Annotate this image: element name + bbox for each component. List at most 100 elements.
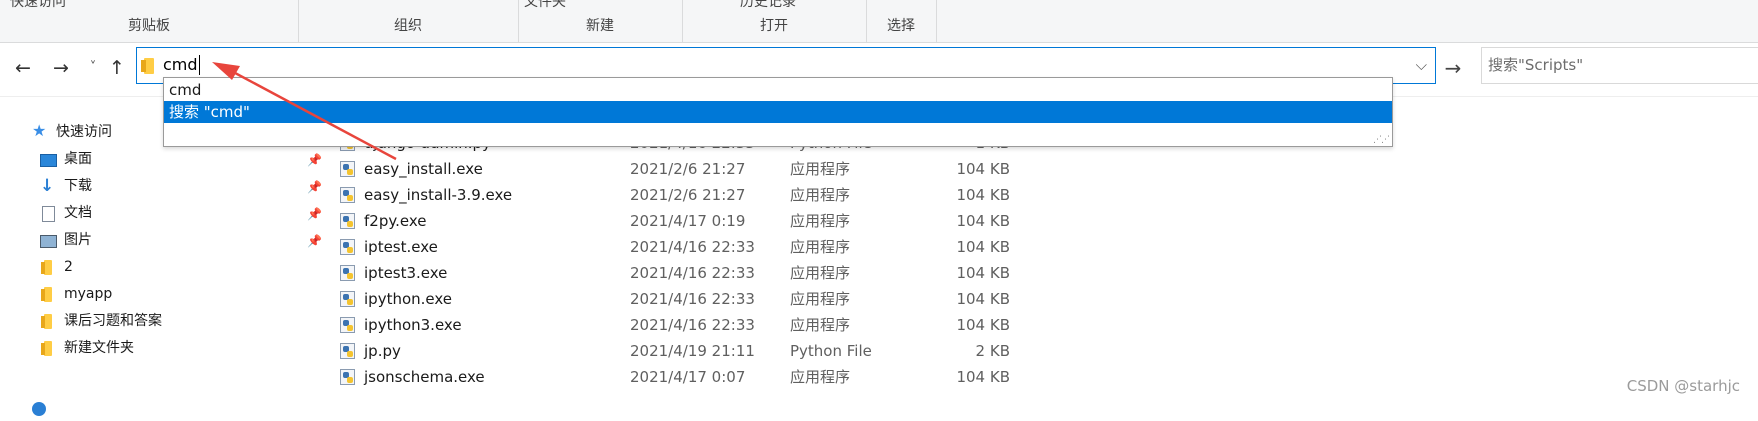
file-date: 2021/4/16 22:33	[630, 316, 755, 334]
folder-icon	[41, 341, 52, 356]
file-row[interactable]: ipython.exe 2021/4/16 22:33 应用程序 104 KB	[340, 287, 1140, 311]
file-type: 应用程序	[790, 238, 851, 256]
python-exe-icon	[340, 213, 355, 229]
pin-icon[interactable]: 📌	[307, 153, 322, 167]
file-type: 应用程序	[790, 368, 851, 386]
document-icon	[42, 206, 55, 222]
file-type: 应用程序	[790, 186, 851, 204]
watermark: CSDN @starhjc	[1626, 377, 1740, 395]
file-date: 2021/4/19 21:11	[630, 342, 755, 360]
address-autocomplete-dropdown: cmd 搜索 "cmd" ⋰⋰	[163, 77, 1393, 147]
file-row[interactable]: jp.py 2021/4/19 21:11 Python File 2 KB	[340, 339, 1140, 363]
sidebar-item-label: 桌面	[64, 151, 92, 167]
file-row[interactable]: easy_install-3.9.exe 2021/2/6 21:27 应用程序…	[340, 183, 1140, 207]
file-size: 104 KB	[956, 368, 1010, 386]
ribbon-group-open: 历史记录 打开	[682, 0, 867, 42]
file-row[interactable]: iptest3.exe 2021/4/16 22:33 应用程序 104 KB	[340, 261, 1140, 285]
file-size: 104 KB	[956, 290, 1010, 308]
sidebar-item-label: myapp	[64, 286, 113, 302]
file-type: 应用程序	[790, 316, 851, 334]
up-button[interactable]: ↑	[106, 54, 128, 82]
file-type: 应用程序	[790, 212, 851, 230]
sidebar-item-label: 文档	[64, 205, 92, 221]
resize-grip-icon[interactable]: ⋰⋰	[1373, 136, 1390, 145]
file-row[interactable]: easy_install.exe 2021/2/6 21:27 应用程序 104…	[340, 157, 1140, 181]
file-date: 2021/4/16 22:33	[630, 238, 755, 256]
file-date: 2021/2/6 21:27	[630, 186, 746, 204]
file-type: 应用程序	[790, 264, 851, 282]
download-icon: ↓	[40, 176, 55, 196]
python-exe-icon	[340, 187, 355, 203]
python-file-icon	[340, 343, 355, 359]
address-input[interactable]: cmd	[163, 55, 200, 75]
folder-icon	[41, 287, 52, 302]
sidebar-item-label: 课后习题和答案	[64, 313, 162, 329]
file-row[interactable]: ipython3.exe 2021/4/16 22:33 应用程序 104 KB	[340, 313, 1140, 337]
file-date: 2021/2/6 21:27	[630, 160, 746, 178]
file-row[interactable]: f2py.exe 2021/4/17 0:19 应用程序 104 KB	[340, 209, 1140, 233]
search-input[interactable]	[1488, 56, 1748, 74]
cloud-icon	[32, 402, 46, 416]
ribbon: 快速访问 剪贴板 组织 文件夹 新建 历史记录 打开 选择	[0, 0, 1758, 43]
python-exe-icon	[340, 291, 355, 307]
desktop-icon	[40, 154, 57, 167]
file-name: easy_install-3.9.exe	[364, 186, 513, 204]
file-type: Python File	[790, 342, 872, 360]
file-name: ipython.exe	[364, 290, 453, 308]
file-name: jp.py	[364, 342, 401, 360]
ribbon-group-new: 文件夹 新建	[518, 0, 683, 42]
file-name: ipython3.exe	[364, 316, 462, 334]
ribbon-group-select: 选择	[866, 0, 937, 42]
python-exe-icon	[340, 161, 355, 177]
sidebar-item-label: 新建文件夹	[64, 340, 134, 356]
pin-icon[interactable]: 📌	[307, 207, 322, 221]
forward-button[interactable]: →	[50, 54, 72, 82]
file-name: iptest3.exe	[364, 264, 448, 282]
file-size: 2 KB	[975, 342, 1010, 360]
file-date: 2021/4/17 0:19	[630, 212, 746, 230]
python-exe-icon	[340, 317, 355, 333]
file-size: 104 KB	[956, 316, 1010, 334]
ribbon-clipped-history[interactable]: 历史记录	[740, 0, 796, 11]
file-size: 104 KB	[956, 212, 1010, 230]
sidebar-item-label: 2	[64, 259, 73, 275]
ribbon-group-label: 新建	[586, 18, 614, 34]
ribbon-group-label: 选择	[887, 18, 915, 34]
file-date: 2021/4/17 0:07	[630, 368, 746, 386]
python-exe-icon	[340, 239, 355, 255]
file-name: f2py.exe	[364, 212, 427, 230]
autocomplete-item-cmd[interactable]: cmd	[164, 79, 1392, 101]
sidebar-item-label: 快速访问	[56, 124, 112, 140]
file-name: easy_install.exe	[364, 160, 483, 178]
go-button[interactable]: →	[1440, 54, 1466, 82]
autocomplete-item-search-cmd[interactable]: 搜索 "cmd"	[164, 101, 1392, 123]
file-name: iptest.exe	[364, 238, 438, 256]
folder-icon	[41, 260, 52, 275]
folder-icon	[141, 58, 154, 74]
file-size: 104 KB	[956, 160, 1010, 178]
ribbon-group-clipboard: 快速访问 剪贴板	[0, 0, 299, 42]
back-button[interactable]: ←	[12, 54, 34, 82]
ribbon-group-label: 剪贴板	[128, 18, 170, 34]
file-size: 104 KB	[956, 238, 1010, 256]
recent-locations-button[interactable]: ˅	[82, 54, 104, 82]
pin-icon[interactable]: 📌	[307, 234, 322, 248]
file-row[interactable]: iptest.exe 2021/4/16 22:33 应用程序 104 KB	[340, 235, 1140, 259]
chevron-down-icon[interactable]: ⌵	[1416, 56, 1427, 74]
star-icon: ★	[32, 121, 47, 140]
file-type: 应用程序	[790, 290, 851, 308]
python-exe-icon	[340, 369, 355, 385]
file-size: 104 KB	[956, 186, 1010, 204]
sidebar-item-label: 下载	[64, 178, 92, 194]
ribbon-clipped-new-folder[interactable]: 文件夹	[524, 0, 566, 11]
pin-icon[interactable]: 📌	[307, 180, 322, 194]
ribbon-clipped-quick-access[interactable]: 快速访问	[10, 0, 66, 11]
python-exe-icon	[340, 265, 355, 281]
sidebar-item-label: 图片	[64, 232, 92, 248]
ribbon-group-label: 打开	[760, 18, 788, 34]
file-date: 2021/4/16 22:33	[630, 290, 755, 308]
search-box[interactable]	[1481, 47, 1758, 84]
file-name: jsonschema.exe	[364, 368, 485, 386]
file-date: 2021/4/16 22:33	[630, 264, 755, 282]
file-row[interactable]: jsonschema.exe 2021/4/17 0:07 应用程序 104 K…	[340, 365, 1140, 389]
